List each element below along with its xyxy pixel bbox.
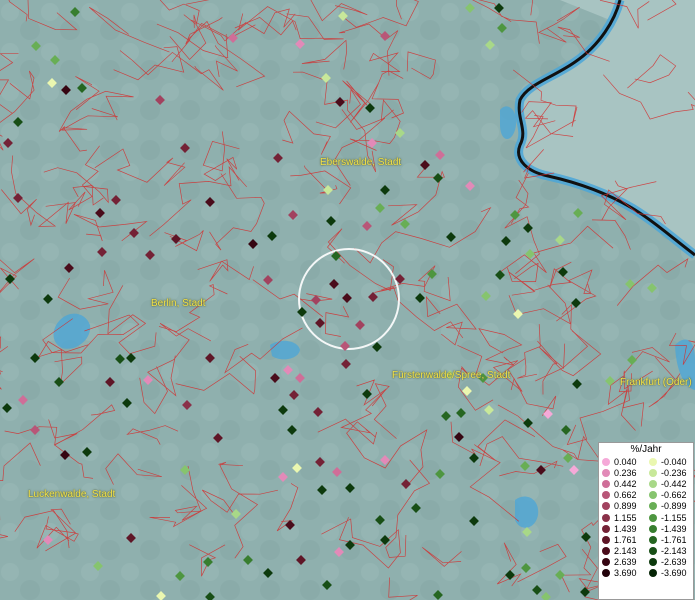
legend-entry: 0.236: [599, 467, 646, 478]
legend-entry: -0.899: [646, 501, 693, 512]
place-label-eberswalde: Eberswalde, Stadt: [320, 157, 402, 168]
legend-swatch: [602, 524, 610, 533]
legend-swatch: [649, 535, 657, 544]
place-label-frankfurt: Frankfurt (Oder): [620, 377, 692, 388]
legend-label: -2.639: [661, 557, 687, 568]
legend-swatch: [649, 491, 657, 500]
legend-label: -0.662: [661, 490, 687, 501]
legend-swatch: [602, 502, 610, 511]
legend: %/Jahr 0.040 0.236 0.442 0.662 0.899 1.155 1.4…: [598, 442, 694, 600]
legend-label: -0.899: [661, 501, 687, 512]
legend-entry: 2.639: [599, 557, 646, 568]
legend-entry: 2.143: [599, 546, 646, 557]
legend-entry: 1.761: [599, 534, 646, 545]
legend-label: 1.439: [614, 523, 637, 534]
legend-swatch: [602, 547, 610, 556]
legend-entry: -0.040: [646, 456, 693, 467]
legend-label: 0.040: [614, 456, 637, 467]
legend-entry: 3.690: [599, 568, 646, 579]
legend-entry: -3.690: [646, 568, 693, 579]
legend-entry: -1.761: [646, 534, 693, 545]
legend-label: -0.442: [661, 478, 687, 489]
legend-entry: 1.155: [599, 512, 646, 523]
legend-label: 2.639: [614, 557, 637, 568]
legend-negative-column: -0.040 -0.236 -0.442 -0.662 -0.899 -1.155 -1.4…: [646, 456, 693, 579]
legend-label: 1.155: [614, 512, 637, 523]
legend-swatch: [602, 457, 610, 466]
legend-title: %/Jahr: [630, 444, 662, 455]
legend-label: -2.143: [661, 546, 687, 557]
legend-label: 0.442: [614, 478, 637, 489]
legend-label: -3.690: [661, 568, 687, 579]
legend-label: -0.236: [661, 467, 687, 478]
legend-swatch: [602, 569, 610, 578]
legend-label: 1.761: [614, 534, 637, 545]
legend-entry: 0.040: [599, 456, 646, 467]
legend-label: -1.761: [661, 534, 687, 545]
legend-swatch: [649, 513, 657, 522]
legend-entry: -0.662: [646, 490, 693, 501]
legend-entry: 0.662: [599, 490, 646, 501]
legend-label: 3.690: [614, 568, 637, 579]
legend-swatch: [649, 547, 657, 556]
legend-swatch: [602, 558, 610, 567]
legend-label: -0.040: [661, 456, 687, 467]
legend-swatch: [602, 479, 610, 488]
legend-label: 0.236: [614, 467, 637, 478]
legend-swatch: [602, 491, 610, 500]
legend-swatch: [649, 524, 657, 533]
legend-entry: -2.143: [646, 546, 693, 557]
legend-swatch: [649, 569, 657, 578]
legend-label: 2.143: [614, 546, 637, 557]
legend-swatch: [602, 468, 610, 477]
legend-label: -1.439: [661, 523, 687, 534]
legend-swatch: [649, 558, 657, 567]
legend-swatch: [649, 502, 657, 511]
legend-label: 0.662: [614, 490, 637, 501]
legend-swatch: [649, 468, 657, 477]
legend-swatch: [649, 479, 657, 488]
place-label-fuerstenwalde: Fürstenwalde/Spree, Stadt: [392, 370, 511, 381]
legend-entry: -2.639: [646, 557, 693, 568]
legend-entry: -1.155: [646, 512, 693, 523]
map-canvas[interactable]: [0, 0, 695, 600]
legend-label: -1.155: [661, 512, 687, 523]
legend-entry: -0.442: [646, 478, 693, 489]
legend-entry: 0.899: [599, 501, 646, 512]
place-label-luckenwalde: Luckenwalde, Stadt: [28, 489, 116, 500]
legend-entry: -1.439: [646, 523, 693, 534]
legend-entry: 0.442: [599, 478, 646, 489]
legend-entry: -0.236: [646, 467, 693, 478]
legend-swatch: [602, 535, 610, 544]
place-label-berlin: Berlin, Stadt: [151, 298, 206, 309]
legend-entry: 1.439: [599, 523, 646, 534]
legend-swatch: [602, 513, 610, 522]
legend-swatch: [649, 457, 657, 466]
legend-positive-column: 0.040 0.236 0.442 0.662 0.899 1.155 1.439 1.761…: [599, 456, 646, 579]
legend-label: 0.899: [614, 501, 637, 512]
